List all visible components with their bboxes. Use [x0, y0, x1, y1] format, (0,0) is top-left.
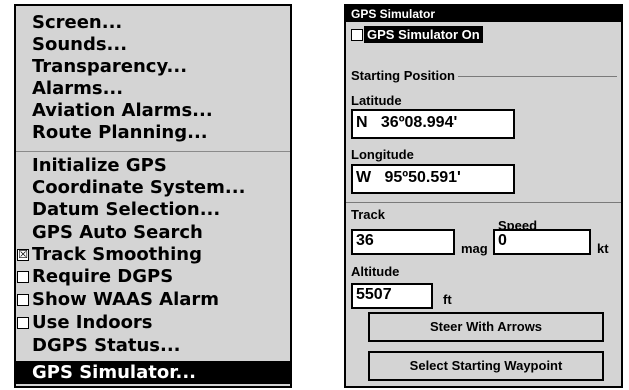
- track-label: Track: [351, 207, 385, 222]
- menu-item-require-dgps[interactable]: Require DGPS: [16, 266, 290, 288]
- altitude-label: Altitude: [351, 264, 400, 279]
- menu-item-initialize-gps[interactable]: Initialize GPS: [16, 155, 290, 177]
- menu-item-screen[interactable]: Screen...: [16, 12, 290, 34]
- menu-item-label: Sounds...: [32, 34, 128, 55]
- longitude-label: Longitude: [351, 147, 414, 162]
- menu-item-label: Screen...: [32, 12, 123, 33]
- unchecked-checkbox-icon[interactable]: [351, 28, 363, 41]
- menu-item-label: Use Indoors: [32, 312, 153, 333]
- menu-item-transparency[interactable]: Transparency...: [16, 56, 290, 78]
- section-divider: [346, 202, 621, 203]
- menu-item-route-planning[interactable]: Route Planning...: [16, 122, 290, 144]
- menu-item-use-indoors[interactable]: Use Indoors: [16, 312, 290, 334]
- steer-with-arrows-button[interactable]: Steer With Arrows: [368, 312, 604, 342]
- setup-menu: Screen... Sounds... Transparency... Alar…: [14, 4, 292, 388]
- menu-item-label: Datum Selection...: [32, 199, 221, 220]
- menu-item-gps-auto-search[interactable]: GPS Auto Search: [16, 222, 290, 244]
- speed-field[interactable]: 0: [493, 229, 591, 255]
- starting-position-label: Starting Position: [351, 68, 458, 83]
- track-unit: mag: [461, 241, 488, 256]
- menu-item-label: Alarms...: [32, 78, 124, 99]
- menu-item-label: Route Planning...: [32, 122, 208, 143]
- menu-item-dgps-status[interactable]: DGPS Status...: [16, 335, 290, 357]
- menu-item-aviation-alarms[interactable]: Aviation Alarms...: [16, 100, 290, 122]
- longitude-field[interactable]: W 95º50.591': [351, 164, 515, 194]
- menu-item-gps-simulator[interactable]: GPS Simulator...: [16, 361, 290, 384]
- latitude-label: Latitude: [351, 93, 402, 108]
- menu-item-sounds[interactable]: Sounds...: [16, 34, 290, 56]
- menu-item-label: Transparency...: [32, 56, 188, 77]
- menu-item-label: GPS Auto Search: [32, 222, 203, 243]
- menu-divider: [16, 151, 290, 152]
- gps-simulator-on-checkbox[interactable]: GPS Simulator On: [351, 25, 483, 44]
- menu-item-label: GPS Simulator...: [32, 362, 197, 383]
- altitude-field[interactable]: 5507: [351, 283, 433, 309]
- menu-item-label: Track Smoothing: [32, 244, 202, 265]
- track-field[interactable]: 36: [351, 229, 455, 255]
- menu-item-label: Aviation Alarms...: [32, 100, 213, 121]
- altitude-unit: ft: [443, 292, 452, 307]
- menu-item-label: Initialize GPS: [32, 155, 167, 176]
- unchecked-checkbox-icon[interactable]: [17, 271, 29, 283]
- checked-checkbox-icon[interactable]: ☒: [17, 249, 29, 261]
- menu-item-track-smoothing[interactable]: ☒ Track Smoothing: [16, 244, 290, 266]
- latitude-field[interactable]: N 36º08.994': [351, 109, 515, 139]
- dialog-title: GPS Simulator: [346, 6, 621, 22]
- checkbox-label: GPS Simulator On: [364, 26, 483, 43]
- menu-item-datum-selection[interactable]: Datum Selection...: [16, 199, 290, 221]
- unchecked-checkbox-icon[interactable]: [17, 294, 29, 306]
- menu-item-show-waas-alarm[interactable]: Show WAAS Alarm: [16, 289, 290, 311]
- menu-item-label: Require DGPS: [32, 266, 174, 287]
- menu-item-label: Show WAAS Alarm: [32, 289, 220, 310]
- menu-item-label: DGPS Status...: [32, 335, 181, 356]
- select-starting-waypoint-button[interactable]: Select Starting Waypoint: [368, 351, 604, 381]
- gps-simulator-dialog: GPS Simulator GPS Simulator On Starting …: [344, 4, 623, 388]
- menu-item-label: Coordinate System...: [32, 177, 246, 198]
- speed-unit: kt: [597, 241, 609, 256]
- unchecked-checkbox-icon[interactable]: [17, 317, 29, 329]
- menu-item-alarms[interactable]: Alarms...: [16, 78, 290, 100]
- menu-item-coordinate-system[interactable]: Coordinate System...: [16, 177, 290, 199]
